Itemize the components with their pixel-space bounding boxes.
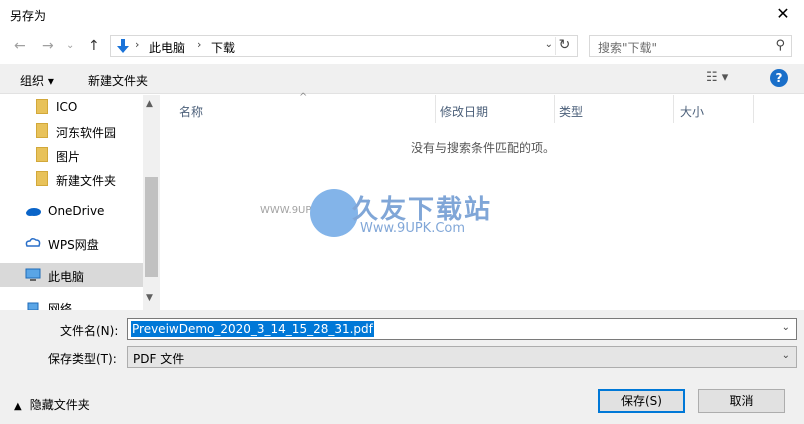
chevron-up-icon: ▲ bbox=[14, 401, 22, 412]
sidebar-item-label: OneDrive bbox=[48, 204, 105, 218]
folder-icon bbox=[36, 147, 48, 162]
address-bar[interactable]: › 此电脑 › 下载 ⌄ ↻ bbox=[110, 35, 578, 57]
breadcrumb-separator[interactable]: › bbox=[135, 38, 139, 51]
column-header-label: 修改日期 bbox=[440, 105, 489, 119]
column-header-name[interactable]: ^ 名称 bbox=[161, 92, 436, 123]
sidebar-item-label: WPS网盘 bbox=[48, 238, 99, 252]
sidebar-item-hedong[interactable]: 河东软件园 bbox=[0, 119, 143, 143]
search-placeholder: 搜索"下载" bbox=[598, 41, 658, 55]
refresh-icon[interactable]: ↻ bbox=[555, 37, 573, 55]
filename-label: 文件名(N): bbox=[60, 324, 119, 338]
organize-button[interactable]: 组织 ▾ bbox=[20, 72, 54, 89]
sort-ascending-icon: ^ bbox=[299, 92, 308, 103]
cancel-button[interactable]: 取消 bbox=[698, 389, 785, 413]
breadcrumb-separator[interactable]: › bbox=[197, 38, 201, 51]
command-toolbar: 组织 ▾ 新建文件夹 ☷ ▾ ? bbox=[0, 64, 804, 94]
watermark-logo-icon bbox=[310, 189, 358, 237]
sidebar-item-wps-cloud[interactable]: WPS网盘 bbox=[0, 231, 143, 255]
view-options-button[interactable]: ☷ ▾ bbox=[706, 70, 728, 85]
up-button[interactable]: ↑ bbox=[88, 38, 100, 54]
close-icon[interactable]: ✕ bbox=[774, 5, 792, 23]
column-header-type[interactable]: 类型 bbox=[555, 95, 674, 123]
column-header-date[interactable]: 修改日期 bbox=[436, 95, 555, 123]
title-bar: 另存为 ✕ bbox=[0, 0, 804, 30]
empty-state-message: 没有与搜索条件匹配的项。 bbox=[411, 141, 556, 155]
back-button[interactable]: ← bbox=[14, 38, 26, 54]
filename-input[interactable]: PreveiwDemo_2020_3_14_15_28_31.pdf ⌄ bbox=[127, 318, 797, 340]
scroll-up-arrow-icon[interactable]: ▲ bbox=[146, 99, 153, 109]
folder-icon bbox=[36, 123, 48, 138]
folder-icon bbox=[36, 171, 48, 186]
scroll-down-arrow-icon[interactable]: ▼ bbox=[146, 293, 153, 303]
recent-locations-chevron-icon[interactable]: ⌄ bbox=[66, 40, 74, 51]
sidebar-item-label: 此电脑 bbox=[48, 270, 85, 284]
sidebar-item-ico[interactable]: ICO bbox=[0, 95, 143, 119]
sidebar-scrollbar[interactable]: ▲ ▼ bbox=[143, 95, 159, 310]
download-folder-icon bbox=[117, 39, 129, 53]
sidebar-item-new-folder[interactable]: 新建文件夹 bbox=[0, 167, 143, 191]
folder-icon bbox=[36, 99, 48, 114]
filetype-label: 保存类型(T): bbox=[48, 352, 117, 366]
scrollbar-thumb[interactable] bbox=[145, 177, 158, 277]
window-title: 另存为 bbox=[10, 9, 47, 23]
address-dropdown-chevron-icon[interactable]: ⌄ bbox=[545, 39, 553, 50]
sidebar-item-label: 网络 bbox=[48, 302, 73, 310]
filename-dropdown-chevron-icon[interactable]: ⌄ bbox=[782, 322, 790, 333]
sidebar-item-onedrive[interactable]: OneDrive bbox=[0, 199, 143, 223]
sidebar-item-label: 新建文件夹 bbox=[56, 174, 117, 188]
new-folder-button[interactable]: 新建文件夹 bbox=[88, 72, 148, 89]
filetype-value: PDF 文件 bbox=[133, 352, 185, 366]
column-header-label: 大小 bbox=[680, 105, 705, 119]
forward-button[interactable]: → bbox=[42, 38, 54, 54]
filename-value[interactable]: PreveiwDemo_2020_3_14_15_28_31.pdf bbox=[131, 321, 374, 337]
breadcrumb-downloads[interactable]: 下载 bbox=[211, 39, 235, 56]
hide-folders-toggle[interactable]: ▲ 隐藏文件夹 bbox=[14, 396, 90, 413]
navigation-bar: ← → ⌄ ↑ › 此电脑 › 下载 ⌄ ↻ 搜索"下载" ⚲ bbox=[0, 30, 804, 62]
save-button[interactable]: 保存(S) bbox=[598, 389, 685, 413]
sidebar-item-label: 河东软件园 bbox=[56, 126, 117, 140]
search-icon[interactable]: ⚲ bbox=[775, 38, 785, 53]
navigation-pane: ICO 河东软件园 图片 新建文件夹 OneDrive WPS网盘 此电脑 网络… bbox=[0, 95, 160, 310]
network-icon bbox=[27, 302, 39, 310]
sidebar-item-this-pc[interactable]: 此电脑 bbox=[0, 263, 143, 287]
breadcrumb-this-pc[interactable]: 此电脑 bbox=[149, 39, 185, 56]
save-form: 文件名(N): PreveiwDemo_2020_3_14_15_28_31.p… bbox=[0, 310, 804, 424]
computer-icon bbox=[25, 268, 41, 281]
sidebar-item-network[interactable]: 网络 bbox=[0, 295, 143, 310]
column-header-label: 名称 bbox=[179, 105, 204, 119]
cloud-icon bbox=[26, 208, 41, 216]
hide-folders-label: 隐藏文件夹 bbox=[29, 398, 90, 412]
sidebar-item-label: ICO bbox=[56, 100, 78, 114]
column-header-size[interactable]: 大小 bbox=[674, 95, 754, 123]
sidebar-item-label: 图片 bbox=[56, 150, 81, 164]
filetype-dropdown-chevron-icon[interactable]: ⌄ bbox=[782, 350, 790, 361]
watermark: WWW.9UPK.Com 久友下载站 Www.9UPK.Com bbox=[260, 185, 520, 245]
filetype-select[interactable]: PDF 文件 ⌄ bbox=[127, 346, 797, 368]
column-header-label: 类型 bbox=[559, 105, 584, 119]
watermark-url: Www.9UPK.Com bbox=[360, 221, 466, 236]
wps-cloud-icon bbox=[25, 237, 41, 247]
search-box[interactable]: 搜索"下载" ⚲ bbox=[589, 35, 792, 57]
sidebar-item-pictures[interactable]: 图片 bbox=[0, 143, 143, 167]
help-icon[interactable]: ? bbox=[770, 69, 788, 87]
